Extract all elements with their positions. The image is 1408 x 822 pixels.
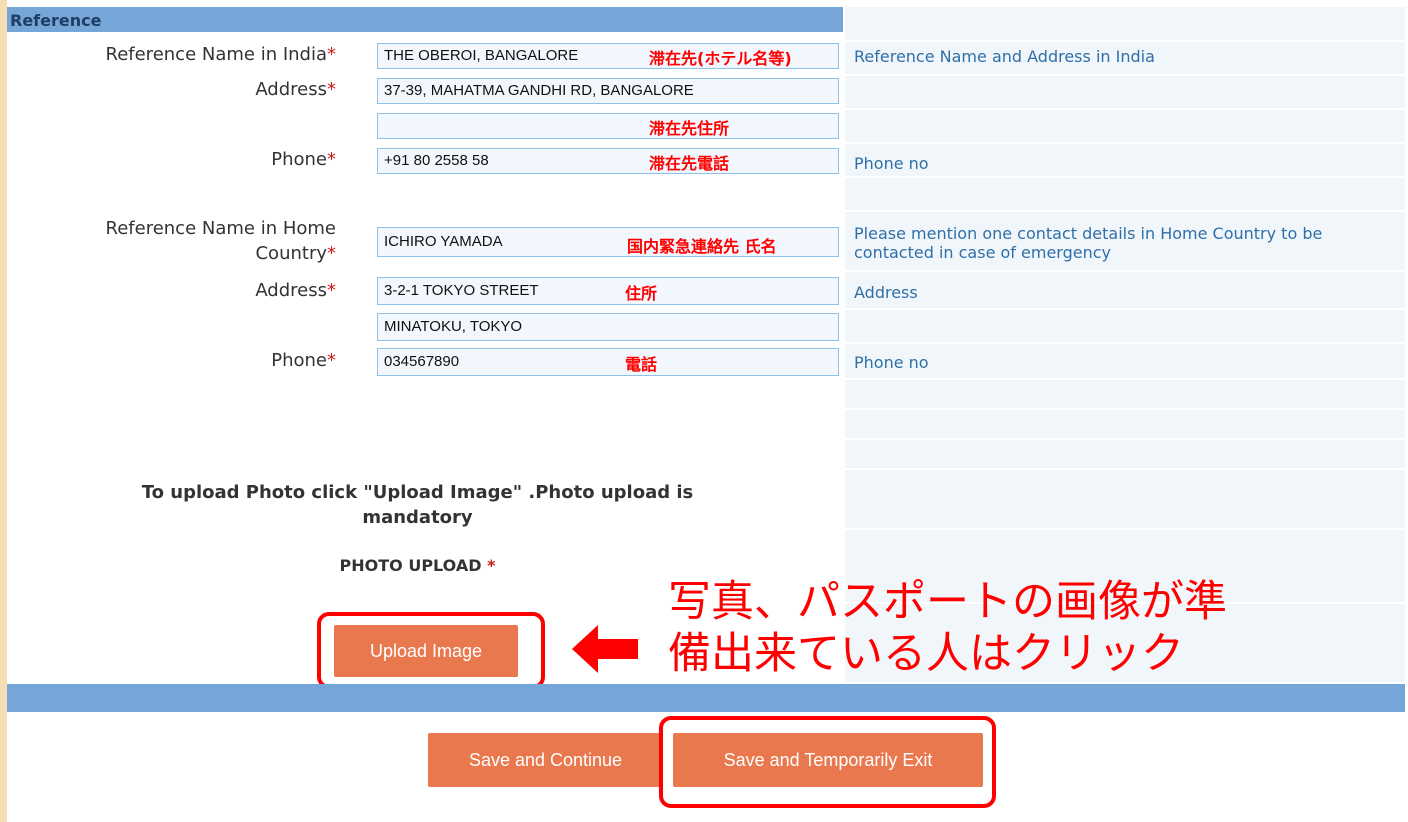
photo-instruction: To upload Photo click "Upload Image" .Ph… [141,482,694,528]
india-name-note: 滞在先(ホテル名等) [649,49,792,68]
hint-band [845,440,1405,468]
hint-band [845,272,1405,308]
left-arrow-icon [572,625,638,673]
home-address-hint: Address [854,283,918,302]
india-phone-label: Phone* [271,149,336,170]
section-title: Reference [10,11,102,30]
hint-band [845,7,1405,40]
india-address-line2-field[interactable] [377,113,839,139]
home-phone-label: Phone* [271,350,336,371]
home-address-note: 住所 [625,284,658,303]
required-asterisk: * [327,44,336,65]
home-phone-hint: Phone no [854,353,929,372]
save-continue-button[interactable]: Save and Continue [428,733,663,787]
hint-band [845,344,1405,378]
hint-band [845,310,1405,342]
annotation-text: 写真、パスポートの画像が準 備出来ている人はクリック [668,577,1227,679]
hint-band [845,410,1405,438]
home-address-label: Address* [255,280,336,301]
india-address-note: 滞在先住所 [649,119,730,138]
home-address-line2-field[interactable]: MINATOKU, TOKYO [377,313,839,341]
home-phone-note: 電話 [625,355,658,374]
hint-band [845,470,1405,528]
india-phone-note: 滞在先電話 [649,154,730,173]
photo-upload-label: PHOTO UPLOAD * [339,556,496,575]
section-footer-bar [7,684,1405,712]
hint-band [845,380,1405,408]
home-name-hint: Please mention one contact details in Ho… [854,224,1323,262]
india-phone-hint: Phone no [854,154,929,173]
save-exit-button[interactable]: Save and Temporarily Exit [673,733,983,787]
home-phone-field[interactable]: 034567890 [377,348,839,376]
hint-band [845,178,1405,210]
india-address-label: Address* [255,79,336,100]
india-name-label: Reference Name in India* [105,44,337,65]
hint-band [845,144,1405,176]
hint-band [845,110,1405,142]
home-name-note: 国内緊急連絡先 氏名 [627,237,777,256]
hint-band [845,76,1405,108]
home-address-line1-field[interactable]: 3-2-1 TOKYO STREET [377,277,839,305]
upload-image-button[interactable]: Upload Image [334,625,518,677]
left-border [0,0,7,822]
india-address-line1-field[interactable]: 37-39, MAHATMA GANDHI RD, BANGALORE [377,78,839,104]
india-phone-field[interactable]: +91 80 2558 58 [377,148,839,174]
india-name-hint: Reference Name and Address in India [854,47,1155,66]
section-header: Reference [7,7,843,32]
home-name-label: Reference Name in Home Country* [105,218,336,264]
